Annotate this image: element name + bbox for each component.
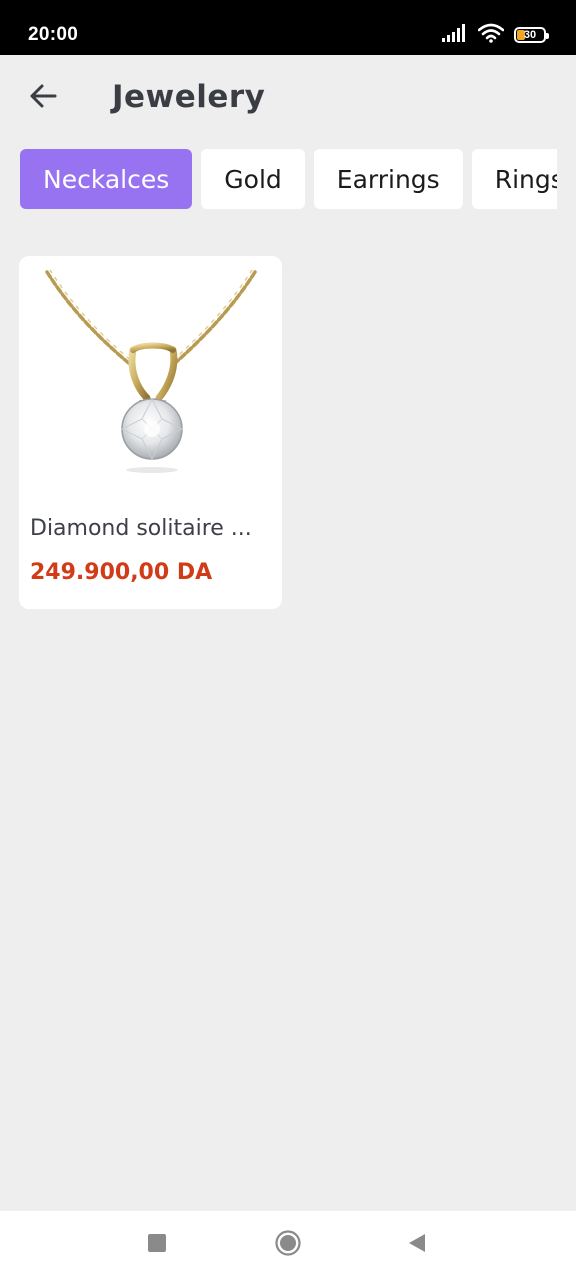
battery-tip	[546, 33, 549, 39]
category-chip-rings[interactable]: Rings	[471, 149, 557, 209]
signal-icon	[442, 23, 468, 47]
product-name: Diamond solitaire ...	[30, 516, 252, 541]
arrow-left-icon	[29, 84, 57, 113]
back-button[interactable]	[22, 77, 64, 119]
back-nav-button[interactable]	[399, 1227, 435, 1263]
status-bar: 20:00 30	[0, 0, 576, 55]
product-price: 249.900,00 DA	[30, 560, 213, 585]
home-icon	[275, 1229, 301, 1261]
home-button[interactable]	[270, 1227, 306, 1263]
product-image	[45, 270, 257, 473]
category-chip-necklaces[interactable]: Neckalces	[20, 149, 193, 209]
header: Jewelery	[0, 55, 576, 143]
screen: 20:00 30 Jewelery Neckalces Gold Earring…	[0, 0, 576, 1280]
category-chip-earrings[interactable]: Earrings	[313, 149, 463, 209]
battery-level: 30	[523, 28, 537, 41]
status-time: 20:00	[28, 24, 79, 45]
product-card[interactable]: Diamond solitaire ... 249.900,00 DA	[19, 256, 282, 609]
navigation-bar	[0, 1211, 576, 1280]
back-icon	[408, 1233, 426, 1258]
page-title: Jewelery	[112, 79, 266, 115]
category-chip-gold[interactable]: Gold	[201, 149, 305, 209]
wifi-icon	[477, 23, 505, 48]
battery-icon: 30	[514, 27, 549, 43]
recents-icon	[148, 1233, 166, 1257]
recents-button[interactable]	[139, 1227, 175, 1263]
category-chips: Neckalces Gold Earrings Rings	[20, 149, 557, 209]
status-icons: 30	[442, 23, 549, 48]
